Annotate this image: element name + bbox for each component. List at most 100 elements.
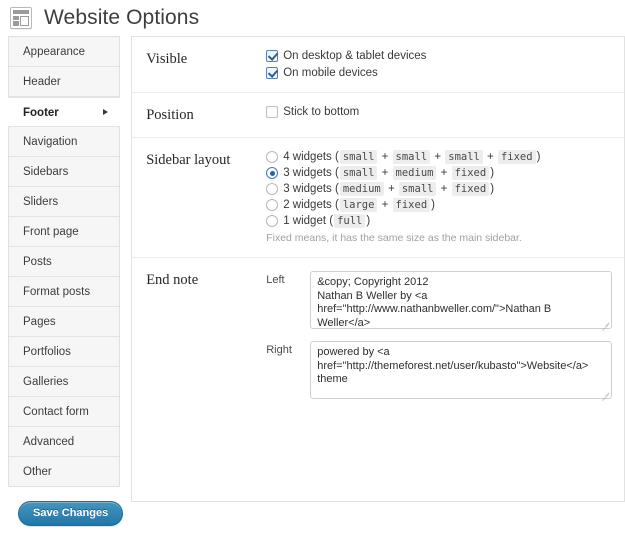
radio-option-suffix: ) (490, 167, 494, 179)
plus-separator: + (378, 199, 391, 211)
sidebar-item-label: Footer (23, 107, 59, 119)
size-token: small (340, 166, 378, 180)
sidebar-layout-hint: Fixed means, it has the same size as the… (266, 232, 612, 244)
checkbox-stick-to-bottom[interactable]: Stick to bottom (266, 106, 612, 118)
size-token: medium (340, 182, 384, 196)
sidebar-item-other[interactable]: Other (9, 457, 119, 487)
radio-option-suffix: ) (431, 199, 435, 211)
sidebar-item-advanced[interactable]: Advanced (9, 427, 119, 457)
end-note-left-label: Left (266, 271, 310, 286)
sidebar-item-label: Galleries (23, 376, 68, 388)
end-note-right-wrap: powered by <a href="http://themeforest.n… (310, 341, 612, 402)
options-panel: Visible On desktop & tablet devicesOn mo… (131, 36, 625, 502)
sidebar-item-front-page[interactable]: Front page (9, 217, 119, 247)
sidebar-item-label: Contact form (23, 406, 89, 418)
size-token: small (445, 150, 483, 164)
end-note-body: Left &copy; Copyright 2012 Nathan B Well… (266, 271, 612, 402)
label-end-note: End note (146, 271, 266, 289)
radio-option-1[interactable]: 4 widgets (small + small + small + fixed… (266, 151, 612, 163)
sidebar-item-label: Sliders (23, 196, 58, 208)
radio-option-suffix: ) (537, 151, 541, 163)
radio-option-3[interactable]: 3 widgets (medium + small + fixed) (266, 183, 612, 195)
field-row-sidebar-layout: Sidebar layout 4 widgets (small + small … (132, 138, 624, 258)
end-note-left-textarea[interactable]: &copy; Copyright 2012 Nathan B Weller by… (310, 271, 612, 329)
plus-separator: + (484, 151, 497, 163)
sidebar-item-header[interactable]: Header (9, 67, 119, 97)
checkbox-label: On desktop & tablet devices (283, 50, 426, 62)
radio-option-prefix: 1 widget ( (283, 215, 333, 227)
radio-option-prefix: 2 widgets ( (283, 199, 339, 211)
radio-option-label: 3 widgets (medium + small + fixed) (283, 183, 494, 195)
field-row-position: Position Stick to bottom (132, 93, 624, 138)
size-token: full (334, 214, 365, 228)
sidebar-item-sliders[interactable]: Sliders (9, 187, 119, 217)
checkbox-label: Stick to bottom (283, 106, 359, 118)
label-sidebar-layout: Sidebar layout (146, 151, 266, 169)
sidebar-item-footer[interactable]: Footer (8, 97, 120, 127)
sidebar-item-portfolios[interactable]: Portfolios (9, 337, 119, 367)
page-header: Website Options (0, 0, 625, 36)
sidebar-item-format-posts[interactable]: Format posts (9, 277, 119, 307)
sidebar-item-label: Appearance (23, 46, 85, 58)
sidebar-item-sidebars[interactable]: Sidebars (9, 157, 119, 187)
end-note-right-label: Right (266, 341, 310, 356)
sidebar-item-label: Front page (23, 226, 79, 238)
page-title: Website Options (44, 6, 199, 30)
plus-separator: + (378, 151, 391, 163)
save-changes-button[interactable]: Save Changes (18, 501, 123, 526)
sidebar-item-galleries[interactable]: Galleries (9, 367, 119, 397)
sidebar-layout-radiogroup: 4 widgets (small + small + small + fixed… (266, 151, 612, 227)
sidebar-item-contact-form[interactable]: Contact form (9, 397, 119, 427)
sidebar-item-label: Sidebars (23, 166, 68, 178)
radio-option-4[interactable]: 2 widgets (large + fixed) (266, 199, 612, 211)
visible-options: On desktop & tablet devices On mobile dev… (266, 50, 612, 79)
radio-unselected-icon[interactable] (266, 215, 278, 227)
chevron-right-icon (103, 109, 108, 115)
sidebar-item-appearance[interactable]: Appearance (9, 37, 119, 67)
size-token: fixed (498, 150, 536, 164)
radio-option-prefix: 4 widgets ( (283, 151, 339, 163)
size-token: small (399, 182, 437, 196)
end-note-left-row: Left &copy; Copyright 2012 Nathan B Well… (266, 271, 612, 332)
checkbox-checked-icon[interactable] (266, 50, 278, 62)
sidebar-nav: Appearance Header Footer Navigation Sidebars… (8, 36, 120, 487)
sidebar-item-posts[interactable]: Posts (9, 247, 119, 277)
sidebar-item-navigation[interactable]: Navigation (9, 127, 119, 157)
end-note-right-row: Right powered by <a href="http://themefo… (266, 341, 612, 402)
checkbox-unchecked-icon[interactable] (266, 106, 278, 118)
sidebar-item-label: Other (23, 466, 52, 478)
save-button-container: Save Changes (8, 487, 123, 526)
size-token: large (340, 198, 378, 212)
plus-separator: + (385, 183, 398, 195)
radio-option-suffix: ) (490, 183, 494, 195)
field-row-end-note: End note Left &copy; Copyright 2012 Nath… (132, 258, 624, 415)
plus-separator: + (378, 167, 391, 179)
radio-option-label: 4 widgets (small + small + small + fixed… (283, 151, 540, 163)
sidebar-item-label: Portfolios (23, 346, 71, 358)
radio-option-prefix: 3 widgets ( (283, 183, 339, 195)
radio-unselected-icon[interactable] (266, 199, 278, 211)
size-token: fixed (393, 198, 431, 212)
size-token: small (340, 150, 378, 164)
sidebar-item-label: Posts (23, 256, 52, 268)
sidebar-column: Appearance Header Footer Navigation Sidebars… (8, 36, 123, 526)
sidebar-item-label: Pages (23, 316, 56, 328)
radio-unselected-icon[interactable] (266, 183, 278, 195)
radio-selected-icon[interactable] (266, 167, 278, 179)
plus-separator: + (437, 167, 450, 179)
size-token: fixed (452, 166, 490, 180)
radio-option-5[interactable]: 1 widget (full) (266, 215, 612, 227)
page-body: Appearance Header Footer Navigation Sidebars… (0, 36, 625, 526)
sidebar-item-label: Header (23, 76, 61, 88)
sidebar-item-pages[interactable]: Pages (9, 307, 119, 337)
checkbox-on-desktop-tablet-devices[interactable]: On desktop & tablet devices (266, 50, 612, 62)
radio-unselected-icon[interactable] (266, 151, 278, 163)
end-note-left-wrap: &copy; Copyright 2012 Nathan B Weller by… (310, 271, 612, 332)
checkbox-on-mobile-devices[interactable]: On mobile devices (266, 67, 612, 79)
sidebar-item-label: Navigation (23, 136, 77, 148)
end-note-right-textarea[interactable]: powered by <a href="http://themeforest.n… (310, 341, 612, 399)
sidebar-item-label: Format posts (23, 286, 90, 298)
checkbox-checked-icon[interactable] (266, 67, 278, 79)
plus-separator: + (437, 183, 450, 195)
radio-option-2[interactable]: 3 widgets (small + medium + fixed) (266, 167, 612, 179)
